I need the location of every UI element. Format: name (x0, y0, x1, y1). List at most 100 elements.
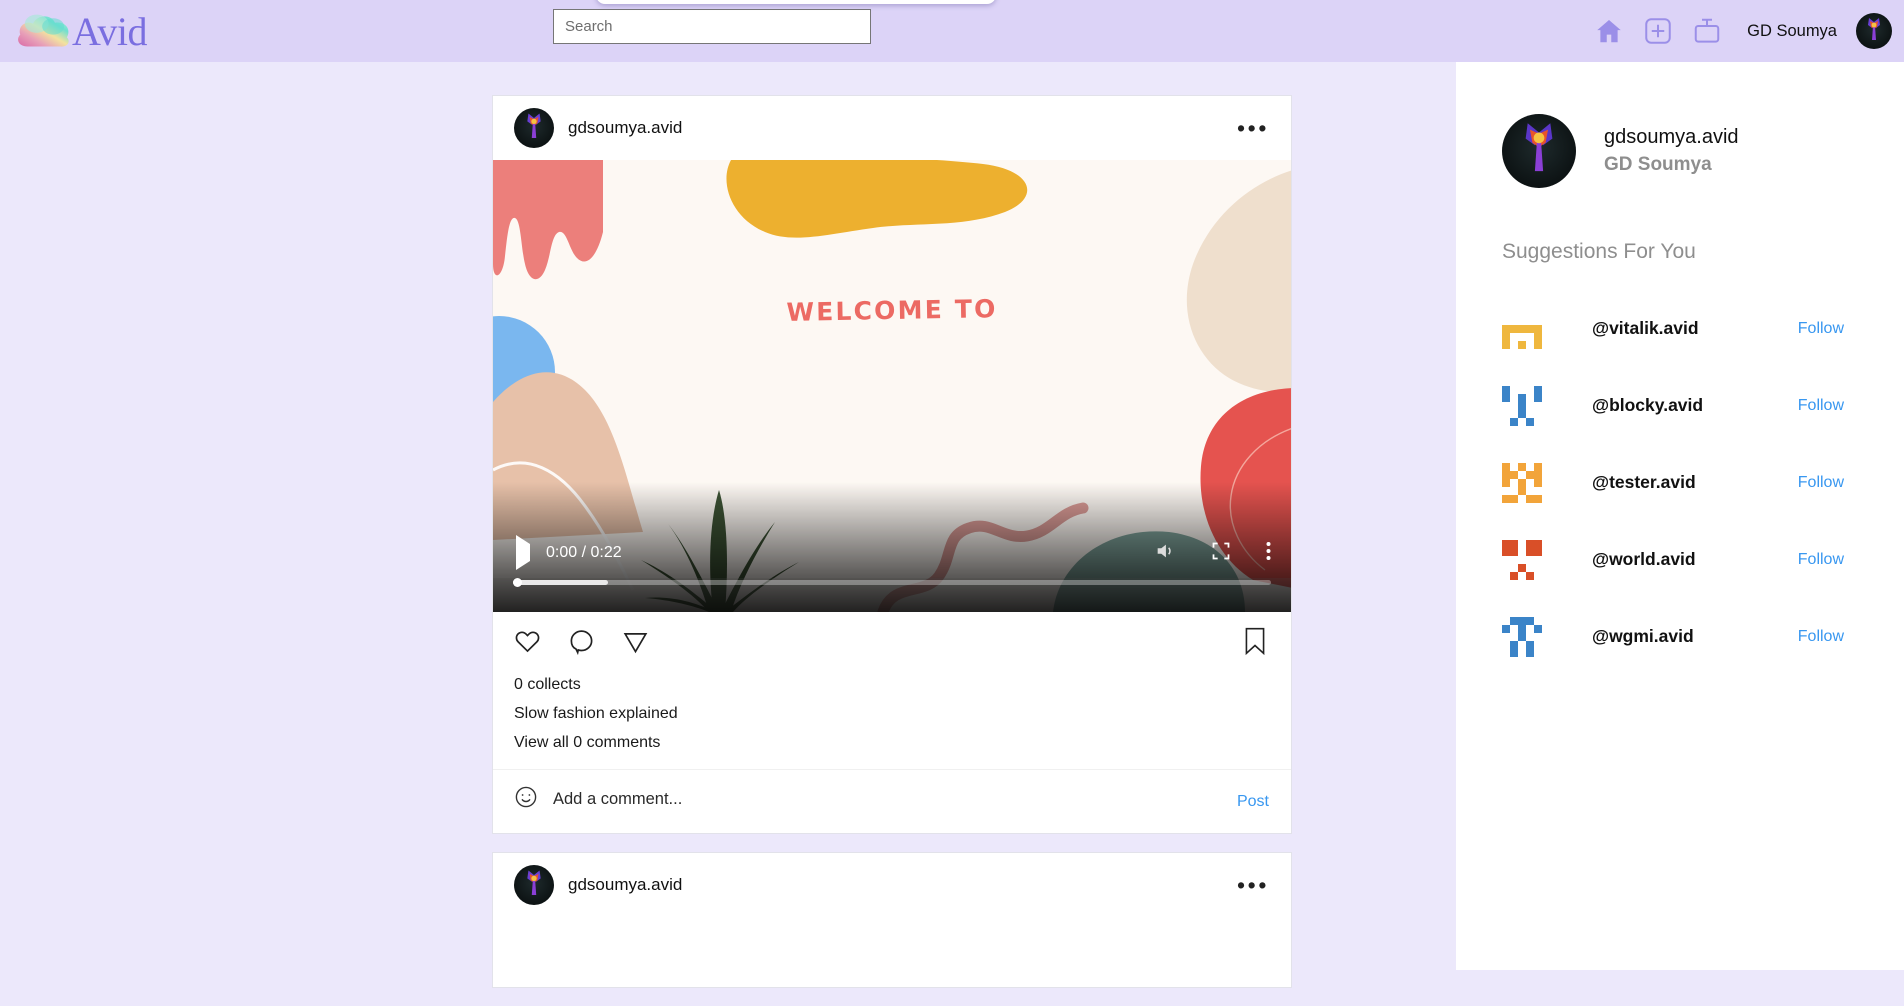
video-progress-knob[interactable] (513, 578, 522, 587)
more-options-icon[interactable]: ••• (1237, 117, 1269, 140)
identicon-cell (1510, 324, 1518, 333)
fullscreen-icon[interactable] (1211, 541, 1231, 566)
avatar[interactable] (514, 865, 554, 905)
follow-button[interactable]: Follow (1798, 551, 1844, 569)
identicon-cell (1502, 494, 1510, 503)
phoenix-glyph (527, 113, 541, 138)
identicon-cell (1510, 470, 1518, 479)
identicon-cell (1518, 409, 1526, 418)
identicon-cell (1526, 463, 1534, 471)
suggestion-row[interactable]: @vitalik.avid Follow (1502, 290, 1904, 367)
comment-input-row[interactable]: Add a comment... Post (493, 769, 1291, 833)
identicon-cell (1526, 625, 1534, 633)
identicon-cell (1526, 571, 1534, 580)
volume-icon[interactable] (1154, 540, 1176, 567)
identicon-avatar[interactable] (1502, 539, 1542, 580)
post-video[interactable]: WELCOME TO 0:00 / 0:22 (493, 160, 1291, 612)
post-comment-button[interactable]: Post (1237, 793, 1269, 811)
suggestion-username[interactable]: @world.avid (1592, 549, 1696, 570)
identicon-avatar[interactable] (1502, 616, 1542, 657)
cloud-glyph (18, 14, 69, 47)
identicon-cell (1526, 394, 1534, 402)
identicon-cell (1526, 386, 1534, 394)
comment-icon[interactable] (568, 628, 595, 660)
identicon-cell (1534, 617, 1542, 625)
identicon-cell (1502, 324, 1510, 333)
identicon-cell (1534, 547, 1542, 556)
comment-input[interactable]: Add a comment... (553, 790, 682, 809)
identicon-cell (1518, 386, 1526, 394)
identicon-cell (1510, 417, 1518, 426)
avatar[interactable] (1856, 13, 1892, 49)
bookmark-icon[interactable] (1242, 626, 1268, 661)
post-body-placeholder (493, 917, 1291, 987)
post-username[interactable]: gdsoumya.avid (568, 875, 682, 895)
right-sidebar: gdsoumya.avid GD Soumya Suggestions For … (1456, 62, 1904, 970)
identicon-cell (1518, 486, 1526, 495)
brand-logo[interactable]: Avid (14, 8, 148, 55)
phoenix-glyph (527, 870, 541, 895)
emoji-icon[interactable] (514, 785, 538, 814)
follow-button[interactable]: Follow (1798, 628, 1844, 646)
identicon-cell (1534, 478, 1542, 487)
identicon-cell (1518, 317, 1526, 325)
suggestion-username[interactable]: @blocky.avid (1592, 395, 1703, 416)
suggestion-username[interactable]: @tester.avid (1592, 472, 1696, 493)
tv-icon[interactable] (1692, 16, 1722, 46)
feed-column: gdsoumya.avid ••• WELCOME TO 0:00 / 0:22… (492, 95, 1292, 1006)
video-progress-bar[interactable] (513, 578, 1271, 587)
identicon-cell (1534, 564, 1542, 572)
suggestion-username[interactable]: @wgmi.avid (1592, 626, 1694, 647)
identicon-cell (1534, 624, 1542, 633)
identicon-cell (1502, 462, 1510, 471)
heart-icon[interactable] (514, 628, 541, 660)
search-suggestions-panel[interactable] (596, 0, 996, 4)
identicon-avatar[interactable] (1502, 385, 1542, 426)
identicon-cell (1526, 487, 1534, 495)
search-box[interactable] (553, 9, 871, 44)
post-username[interactable]: gdsoumya.avid (568, 118, 682, 138)
identicon-cell (1534, 402, 1542, 410)
sidebar-username[interactable]: gdsoumya.avid (1604, 123, 1739, 151)
identicon-cell (1502, 332, 1510, 341)
post-meta: 0 collects Slow fashion explained View a… (493, 666, 1291, 757)
video-more-icon[interactable] (1266, 541, 1271, 566)
identicon-avatar[interactable] (1502, 309, 1542, 349)
view-comments-link[interactable]: View all 0 comments (514, 728, 1270, 757)
suggestion-row[interactable]: @wgmi.avid Follow (1502, 598, 1904, 675)
header-user-name[interactable]: GD Soumya (1747, 22, 1837, 41)
suggestion-row[interactable]: @world.avid Follow (1502, 521, 1904, 598)
post-header: gdsoumya.avid ••• (493, 853, 1291, 917)
home-icon[interactable] (1594, 16, 1624, 46)
search-input[interactable] (553, 9, 871, 44)
suggestion-username[interactable]: @vitalik.avid (1592, 318, 1699, 339)
share-icon[interactable] (622, 628, 649, 660)
identicon-cell (1526, 640, 1534, 649)
avatar[interactable] (514, 108, 554, 148)
identicon-cell (1502, 487, 1510, 495)
identicon-avatar[interactable] (1502, 462, 1542, 503)
identicon-cell (1518, 641, 1526, 649)
follow-button[interactable]: Follow (1798, 397, 1844, 415)
more-options-icon[interactable]: ••• (1237, 874, 1269, 897)
identicon-cell (1526, 317, 1534, 325)
plus-square-icon[interactable] (1643, 16, 1673, 46)
identicon-cell (1518, 572, 1526, 580)
identicon-cell (1502, 340, 1510, 349)
video-controls-right (1154, 540, 1271, 567)
identicon-cell (1534, 340, 1542, 349)
identicon-cell (1534, 309, 1542, 317)
sidebar-profile[interactable]: gdsoumya.avid GD Soumya (1502, 114, 1904, 188)
suggestion-row[interactable]: @blocky.avid Follow (1502, 367, 1904, 444)
identicon-cell (1534, 487, 1542, 495)
follow-button[interactable]: Follow (1798, 320, 1844, 338)
suggestion-row[interactable]: @tester.avid Follow (1502, 444, 1904, 521)
identicon-cell (1510, 309, 1518, 317)
follow-button[interactable]: Follow (1798, 474, 1844, 492)
sidebar-profile-text: gdsoumya.avid GD Soumya (1604, 123, 1739, 179)
phoenix-glyph (1868, 18, 1880, 40)
play-icon[interactable] (513, 535, 530, 570)
identicon-cell (1510, 317, 1518, 325)
video-controls: 0:00 / 0:22 (493, 535, 1291, 570)
avatar[interactable] (1502, 114, 1576, 188)
